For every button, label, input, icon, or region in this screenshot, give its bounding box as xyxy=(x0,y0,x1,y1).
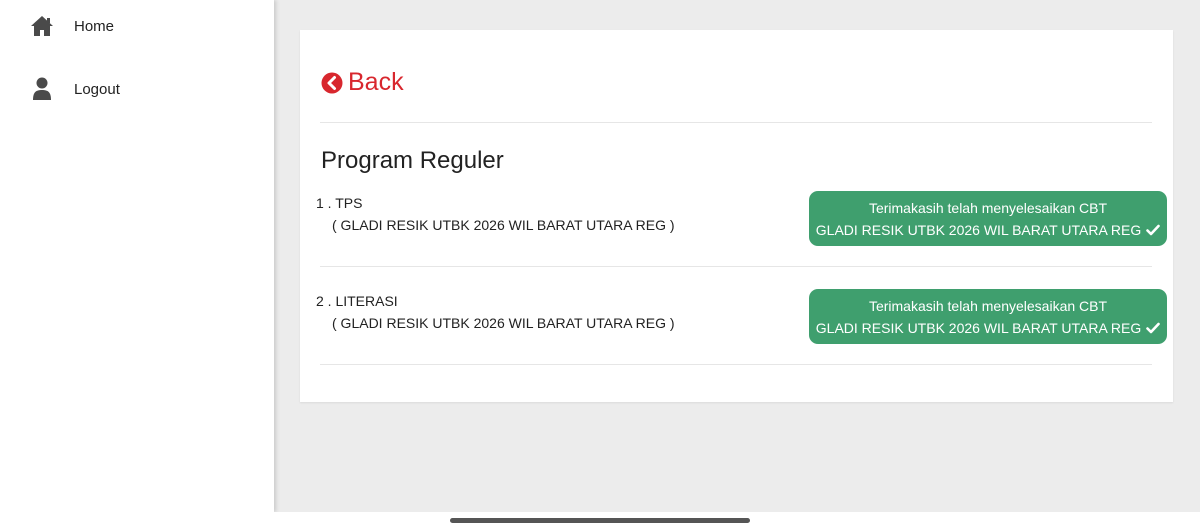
list-item: 2 . LITERASI ( GLADI RESIK UTBK 2026 WIL… xyxy=(316,291,675,333)
status-line-2: GLADI RESIK UTBK 2026 WIL BARAT UTARA RE… xyxy=(815,319,1142,336)
completed-status-button[interactable]: Terimakasih telah menyelesaikan CBT GLAD… xyxy=(809,289,1167,344)
divider xyxy=(320,266,1152,267)
check-icon xyxy=(1146,224,1161,236)
exam-name: 2 . LITERASI xyxy=(316,293,398,309)
sidebar-item-logout[interactable]: Logout xyxy=(30,77,120,101)
sidebar-item-label: Home xyxy=(74,17,115,35)
user-icon xyxy=(30,77,54,101)
sidebar-item-label: Logout xyxy=(74,80,120,98)
list-item: 1 . TPS ( GLADI RESIK UTBK 2026 WIL BARA… xyxy=(316,193,675,235)
exam-session: ( GLADI RESIK UTBK 2026 WIL BARAT UTARA … xyxy=(332,315,675,331)
back-label: Back xyxy=(348,68,404,96)
chevron-left-circle-icon xyxy=(321,72,343,94)
program-card: Back Program Reguler 1 . TPS ( GLADI RES… xyxy=(300,30,1173,402)
home-indicator[interactable] xyxy=(450,518,750,523)
exam-session: ( GLADI RESIK UTBK 2026 WIL BARAT UTARA … xyxy=(332,217,675,233)
exam-name: 1 . TPS xyxy=(316,195,363,211)
completed-status-button[interactable]: Terimakasih telah menyelesaikan CBT GLAD… xyxy=(809,191,1167,246)
status-line-1: Terimakasih telah menyelesaikan CBT xyxy=(868,199,1108,216)
sidebar-item-home[interactable]: Home xyxy=(30,14,114,38)
status-line-2: GLADI RESIK UTBK 2026 WIL BARAT UTARA RE… xyxy=(815,221,1142,238)
home-icon xyxy=(30,14,54,38)
divider xyxy=(320,364,1152,365)
sidebar: Home Logout xyxy=(0,0,274,512)
check-icon xyxy=(1146,322,1161,334)
back-button[interactable]: Back xyxy=(321,68,404,97)
divider xyxy=(320,122,1152,123)
status-line-1: Terimakasih telah menyelesaikan CBT xyxy=(868,297,1108,314)
section-title: Program Reguler xyxy=(321,147,504,174)
